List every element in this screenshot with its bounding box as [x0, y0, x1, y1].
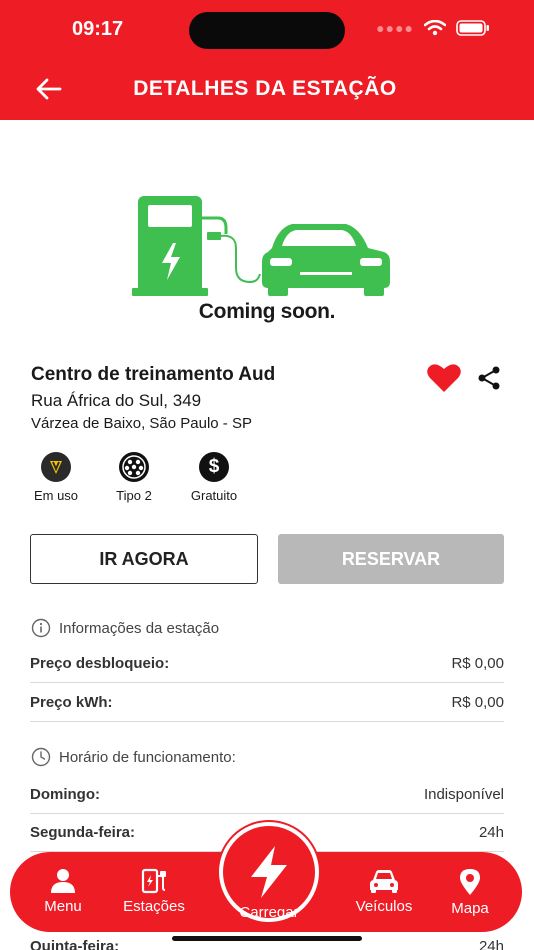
plug-status-icon [41, 452, 71, 482]
coming-soon-caption: Coming soon. [198, 300, 336, 323]
status-time: 09:17 [72, 18, 124, 40]
row-key: Preço desbloqueio: [30, 655, 170, 672]
row-key: Quinta-feira: [30, 938, 120, 950]
feature-price: $ Gratuito [174, 452, 254, 503]
favorite-heart-icon[interactable] [426, 362, 462, 394]
person-icon [51, 869, 75, 893]
row-key: Preço kWh: [30, 694, 113, 711]
map-pin-icon [460, 869, 480, 895]
wifi-icon [424, 20, 446, 36]
share-icon[interactable] [476, 365, 502, 391]
feature-connector: Tipo 2 [94, 452, 174, 503]
station-name: Centro de treinamento Aud [31, 364, 276, 385]
info-section-heading: Informações da estação [31, 618, 219, 638]
row-value: R$ 0,00 [451, 655, 504, 672]
battery-icon [456, 20, 489, 36]
feature-label: Em uso [33, 488, 79, 503]
reserve-button[interactable]: RESERVAR [278, 534, 504, 584]
signal-icon: ●●●● [376, 20, 414, 36]
row-value: Indisponível [423, 786, 504, 803]
row-key: Segunda-feira: [30, 824, 136, 841]
row-value: R$ 0,00 [451, 694, 504, 711]
go-now-button[interactable]: IR AGORA [30, 534, 258, 584]
station-city: Várzea de Baixo, São Paulo - SP [31, 415, 252, 432]
car-icon [370, 870, 398, 893]
info-icon [31, 618, 51, 638]
nav-item-map[interactable]: Mapa [442, 868, 498, 917]
type2-connector-icon [119, 452, 149, 482]
row-value: 24h [478, 824, 504, 841]
feature-status: Em uso [16, 452, 96, 503]
lightning-icon [251, 846, 287, 898]
hours-section-heading: Horário de funcionamento: [31, 747, 236, 767]
info-row-kwh-price: Preço kWh: R$ 0,00 [30, 684, 504, 722]
hours-row-sunday: Domingo: Indisponível [30, 776, 504, 814]
nav-label: Veículos [355, 898, 413, 915]
dynamic-island [189, 12, 345, 49]
feature-label: Gratuito [190, 488, 238, 503]
station-street: Rua África do Sul, 349 [31, 391, 202, 410]
nav-item-menu[interactable]: Menu [38, 868, 88, 915]
charge-fab-label: Carregar [239, 904, 299, 921]
clock-icon [31, 747, 51, 767]
charging-station-icon [141, 868, 166, 894]
status-icons: ●●●● [376, 20, 490, 36]
hours-heading-text: Horário de funcionamento: [59, 748, 236, 766]
nav-label: Mapa [451, 900, 489, 917]
nav-label: Menu [44, 898, 82, 915]
page-title-text: DETALHES DA ESTAÇÃO [133, 77, 397, 100]
nav-item-stations[interactable]: Estações [114, 868, 194, 915]
page-title: DETALHES DA ESTAÇÃO [0, 77, 534, 101]
row-value: 24h [478, 938, 504, 950]
row-key: Domingo: [30, 786, 100, 803]
nav-label: Estações [123, 898, 185, 915]
info-heading-text: Informações da estação [59, 619, 220, 637]
home-indicator [172, 936, 362, 941]
dollar-icon: $ [199, 452, 229, 482]
feature-label: Tipo 2 [116, 488, 152, 503]
info-row-unlock-price: Preço desbloqueio: R$ 0,00 [30, 645, 504, 683]
top-bar: 09:17 ●●●● DETALHES DA ESTAÇÃO [0, 0, 534, 120]
nav-item-vehicles[interactable]: Veículos [344, 868, 424, 915]
